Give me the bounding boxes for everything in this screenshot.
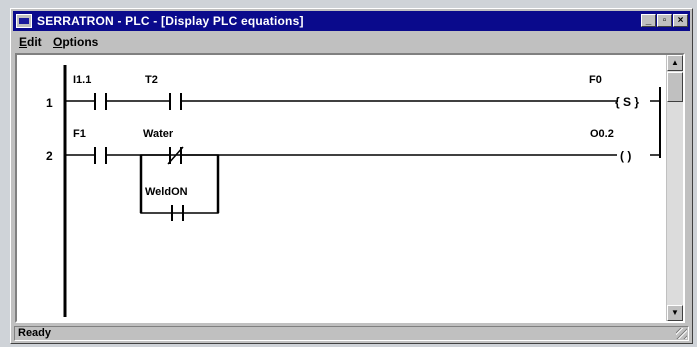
resize-grip-icon[interactable] (676, 328, 687, 339)
rung-1-number: 1 (46, 96, 53, 110)
vertical-scrollbar[interactable]: ▲ ▼ (666, 55, 683, 321)
contact-label-weldon: WeldON (145, 186, 188, 198)
app-icon[interactable] (16, 14, 32, 28)
contact-label-f1: F1 (73, 128, 86, 140)
scroll-up-icon[interactable]: ▲ (667, 55, 683, 71)
parallel-branch-box (140, 154, 219, 214)
minimize-button[interactable]: _ (641, 14, 656, 27)
scroll-down-icon[interactable]: ▼ (667, 305, 683, 321)
restore-button[interactable]: ▫ (657, 14, 672, 27)
rung-2-number: 2 (46, 149, 53, 163)
menu-edit[interactable]: Edit (19, 35, 42, 49)
ladder-diagram-area[interactable]: 1 I1.1 T2 F0 { S } 2 F1 Water O0.2 () W… (15, 53, 685, 323)
contact-label-water: Water (143, 128, 174, 140)
plc-window: SERRATRON - PLC - [Display PLC equations… (10, 8, 693, 344)
contact-i1-1 (94, 93, 107, 110)
title-bar[interactable]: SERRATRON - PLC - [Display PLC equations… (13, 11, 690, 31)
close-button[interactable]: × (673, 14, 688, 27)
menu-options[interactable]: Options (53, 35, 98, 49)
coil-set-f0: { S } (615, 95, 639, 109)
status-text: Ready (18, 327, 52, 339)
contact-t2 (169, 93, 182, 110)
window-title: SERRATRON - PLC - [Display PLC equations… (37, 14, 304, 28)
menu-bar: Edit Options (13, 33, 690, 51)
coil-label-o0-2: O0.2 (590, 128, 614, 140)
contact-label-i1-1: I1.1 (73, 74, 91, 86)
status-bar: Ready (14, 326, 689, 341)
contact-label-t2: T2 (145, 74, 158, 86)
coil-o0-2: ( ) (620, 149, 631, 163)
coil-label-f0: F0 (589, 74, 602, 86)
ladder-diagram: 1 I1.1 T2 F0 { S } 2 F1 Water O0.2 () W… (46, 65, 661, 317)
window-controls: _ ▫ × (640, 14, 688, 27)
scroll-thumb[interactable] (667, 72, 683, 102)
contact-f1 (94, 147, 107, 164)
